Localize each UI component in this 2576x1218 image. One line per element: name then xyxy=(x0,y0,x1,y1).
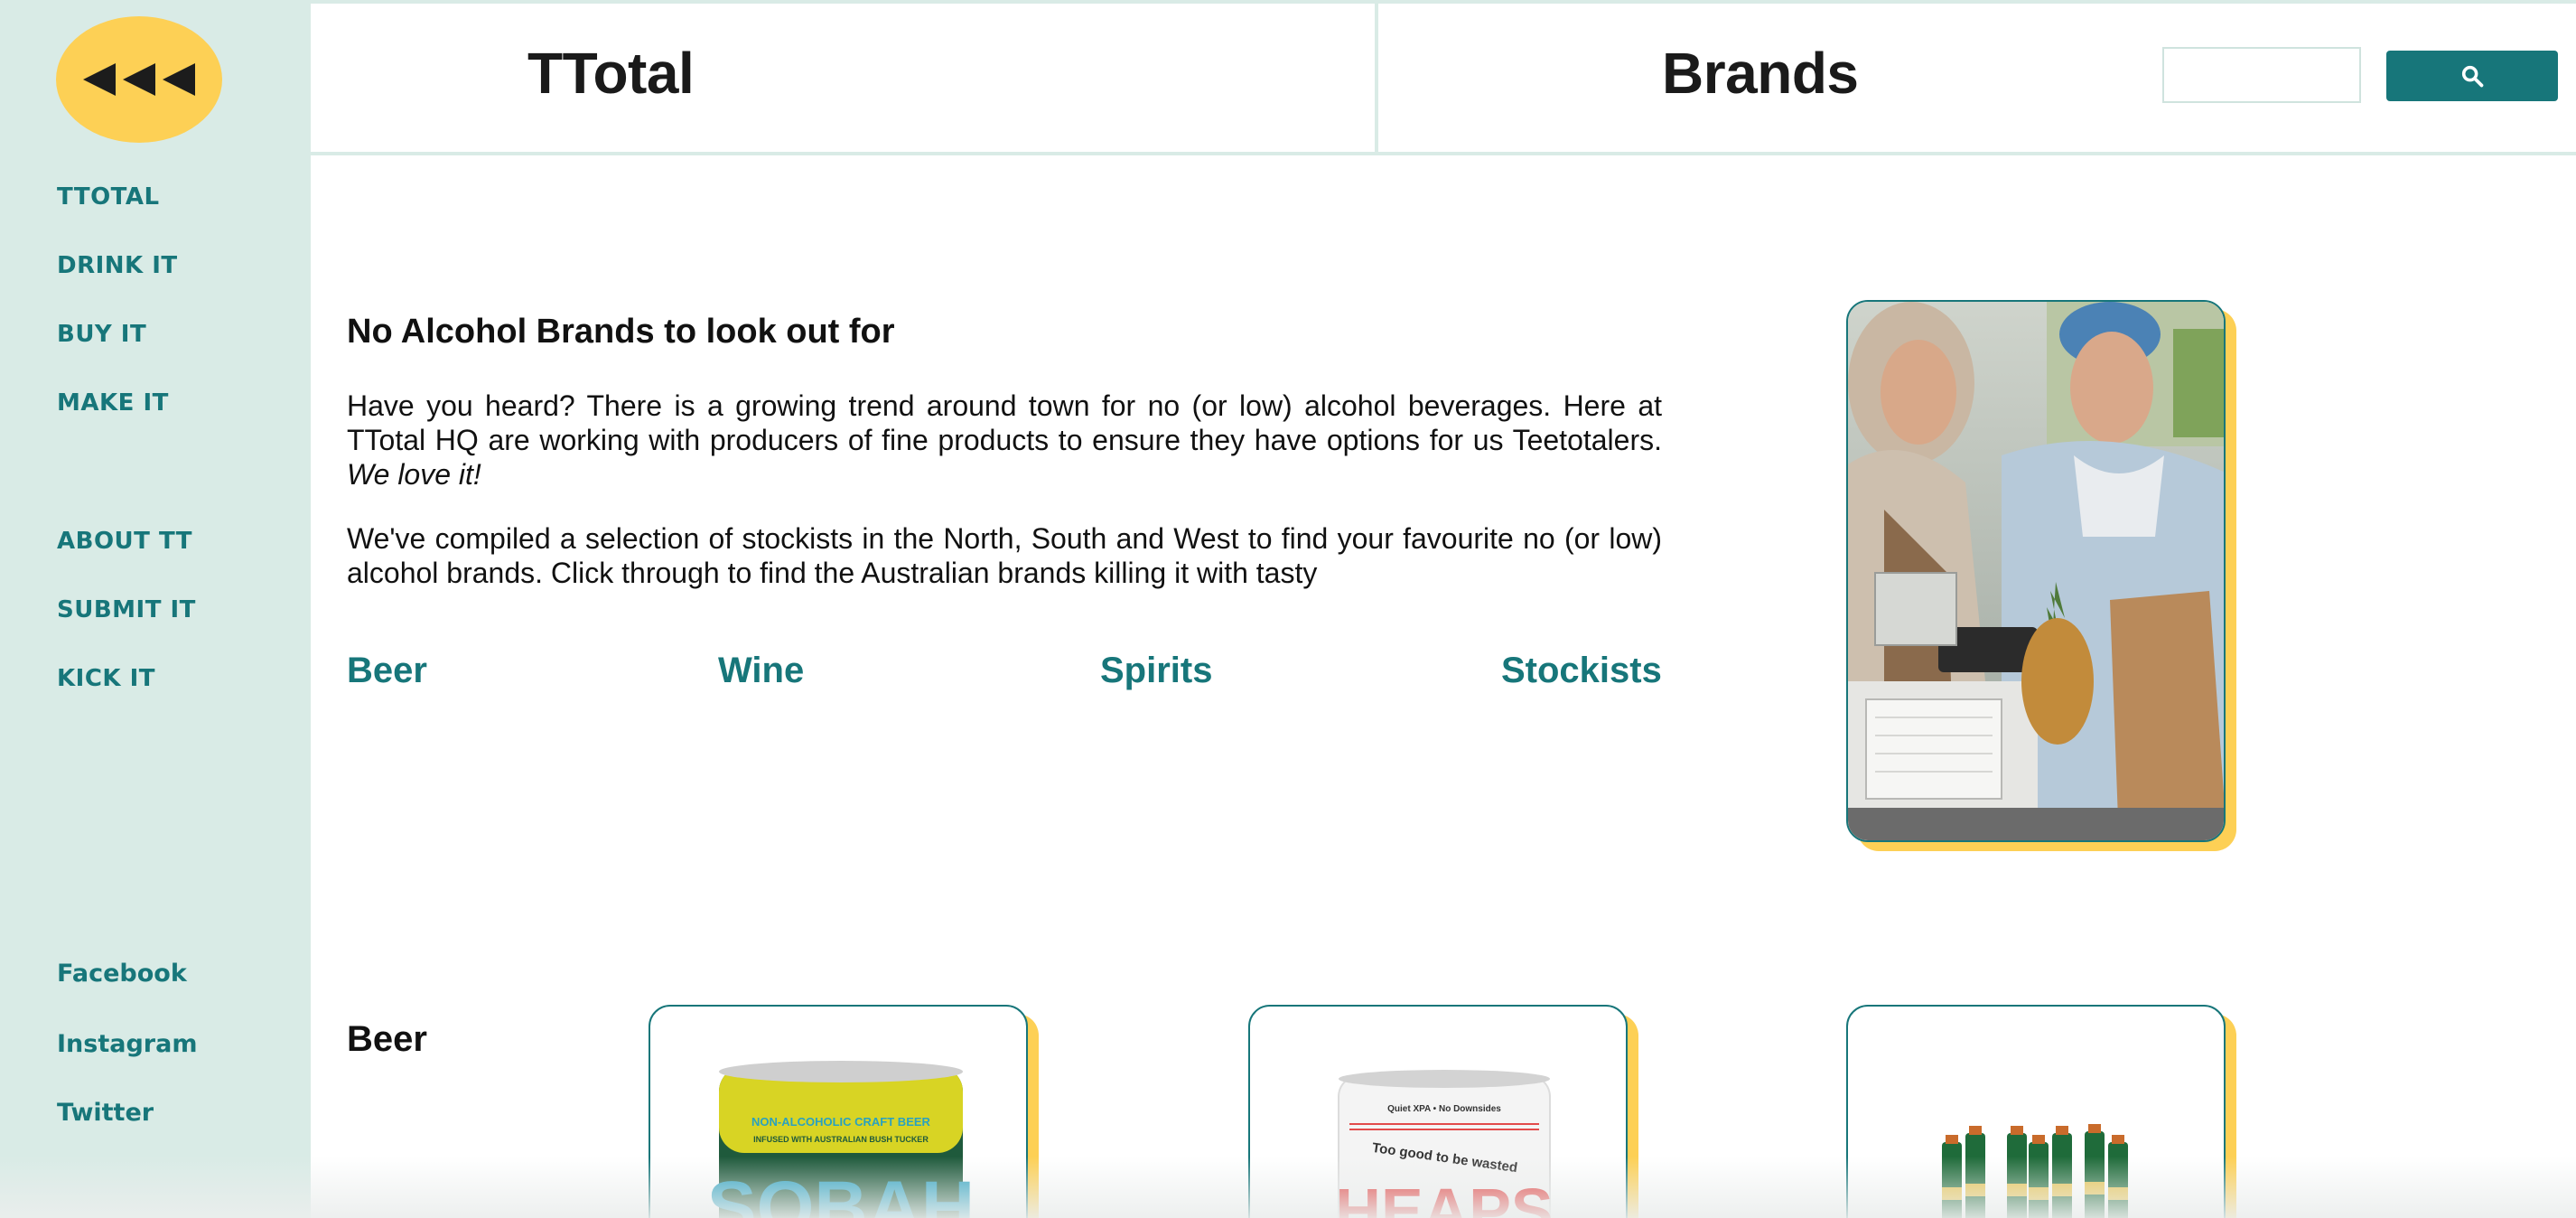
category-link-stockists[interactable]: Stockists xyxy=(1501,651,1662,691)
intro-paragraph-1: Have you heard? There is a growing trend… xyxy=(347,389,1662,492)
hero-photo-card xyxy=(1846,300,2226,842)
product-image-heaps: Quiet XPA • No Downsides Too good to be … xyxy=(1335,1070,1554,1218)
search-icon xyxy=(2461,65,2484,88)
intro-paragraph-2: We've compiled a selection of stockists … xyxy=(347,522,1662,589)
can-top-text: Quiet XPA • No Downsides xyxy=(1387,1104,1501,1114)
rewind-arrow-icon xyxy=(123,63,155,96)
rewind-arrow-icon xyxy=(163,63,195,96)
product-card-bottles[interactable] xyxy=(1846,1005,2226,1218)
sidebar-item-kick-it[interactable]: KICK IT xyxy=(57,665,155,692)
product-card-heaps[interactable]: Quiet XPA • No Downsides Too good to be … xyxy=(1248,1005,1628,1218)
category-link-spirits[interactable]: Spirits xyxy=(1100,651,1212,691)
section-title-beer: Beer xyxy=(347,1019,427,1059)
page-title: Brands xyxy=(1662,41,1859,106)
brand-text: SOBAH xyxy=(707,1166,975,1218)
product-image-sobah: NON-ALCOHOLIC CRAFT BEER INFUSED WITH AU… xyxy=(707,1061,975,1218)
product-card-sobah[interactable]: NON-ALCOHOLIC CRAFT BEER INFUSED WITH AU… xyxy=(649,1005,1028,1218)
sidebar-item-submit-it[interactable]: SUBMIT IT xyxy=(57,596,196,623)
sidebar-item-about-tt[interactable]: ABOUT TT xyxy=(57,528,192,555)
can-top-text: NON-ALCOHOLIC CRAFT BEER xyxy=(751,1115,930,1129)
search-button[interactable] xyxy=(2386,51,2558,101)
sidebar-item-drink-it[interactable]: DRINK IT xyxy=(57,252,178,279)
rewind-arrow-icon xyxy=(83,63,116,96)
sidebar-item-ttotal[interactable]: TTOTAL xyxy=(57,183,160,211)
logo-home-button[interactable] xyxy=(56,16,222,143)
category-link-wine[interactable]: Wine xyxy=(718,651,804,691)
hero-photo xyxy=(1848,302,2224,840)
page-header: TTotal Brands xyxy=(311,0,2576,155)
sidebar-item-make-it[interactable]: MAKE IT xyxy=(57,389,169,417)
can-sub-text: INFUSED WITH AUSTRALIAN BUSH TUCKER xyxy=(753,1135,929,1144)
search-input[interactable] xyxy=(2162,47,2361,103)
intro-paragraph-1-text: Have you heard? There is a growing trend… xyxy=(347,389,1662,456)
social-link-facebook[interactable]: Facebook xyxy=(57,960,187,988)
site-title: TTotal xyxy=(527,41,695,106)
sidebar-item-buy-it[interactable]: BUY IT xyxy=(57,321,146,348)
intro-paragraph-1-emphasis: We love it! xyxy=(347,458,481,491)
header-divider xyxy=(1375,4,1378,155)
intro-heading: No Alcohol Brands to look out for xyxy=(347,313,895,351)
sidebar: TTOTAL DRINK IT BUY IT MAKE IT ABOUT TT … xyxy=(0,0,311,1218)
category-link-beer[interactable]: Beer xyxy=(347,651,427,691)
brand-text: HEAPS xyxy=(1335,1176,1553,1218)
social-link-instagram[interactable]: Instagram xyxy=(57,1030,197,1058)
product-image-bottles xyxy=(1942,1124,2128,1218)
social-link-twitter[interactable]: Twitter xyxy=(57,1099,154,1127)
